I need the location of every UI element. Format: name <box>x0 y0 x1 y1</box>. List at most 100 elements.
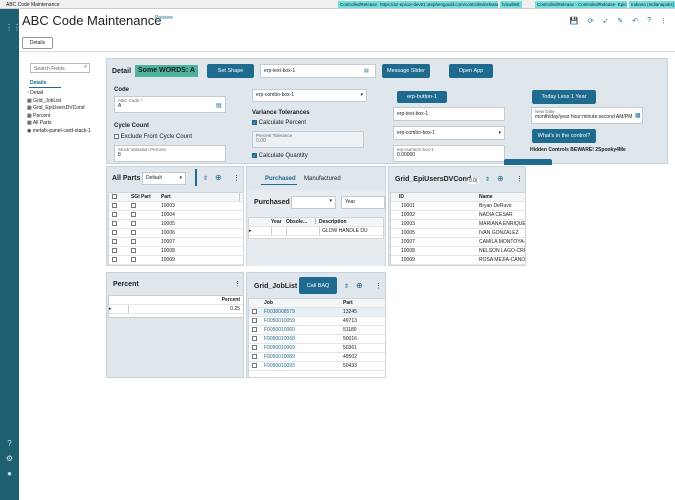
tab-purchased[interactable]: Purchased <box>265 176 296 182</box>
sgi-checkbox[interactable] <box>131 221 136 227</box>
table-row[interactable]: F0050010093 50433 <box>249 362 385 371</box>
table-row[interactable]: 10001 Bryan DeRuvo <box>391 202 525 211</box>
row-checkbox[interactable] <box>112 203 117 209</box>
calc-percent-checkbox[interactable]: ✓ Calculate Percent <box>252 120 306 126</box>
select-all-checkbox[interactable] <box>112 194 117 200</box>
calc-quantity-checkbox[interactable]: ✓ Calculate Quantity <box>252 153 308 159</box>
text-box-1b[interactable]: erp-text-box-1 <box>393 107 505 121</box>
more-icon[interactable]: ⋮ <box>660 17 667 25</box>
add-icon[interactable]: ⊕ <box>215 173 222 182</box>
row-checkbox[interactable] <box>252 345 257 351</box>
row-checkbox[interactable] <box>252 327 257 333</box>
table-row[interactable]: F0050010089 49502 <box>249 353 385 362</box>
sgi-checkbox[interactable] <box>131 257 136 263</box>
sgi-checkbox[interactable] <box>131 212 136 218</box>
row-checkbox[interactable] <box>112 248 117 254</box>
combo-box-1b[interactable]: erp-combo-box-1 ▾ <box>393 126 505 140</box>
row-checkbox[interactable] <box>112 221 117 227</box>
row-checkbox[interactable] <box>252 318 257 324</box>
whats-in-control-button[interactable]: What's in the control? <box>532 129 596 143</box>
row-checkbox[interactable] <box>112 212 117 218</box>
more-icon[interactable]: ⋮ <box>516 175 523 183</box>
new-date-field[interactable]: New Date month/day/year hour:minute:seco… <box>531 107 643 124</box>
column-header-sgi-part[interactable]: SGI Part <box>131 193 161 201</box>
save-icon[interactable]: 💾 <box>570 17 579 25</box>
window-tab-title[interactable]: ABC Code Maintenance <box>6 2 60 8</box>
row-checkbox[interactable] <box>252 336 257 342</box>
row-checkbox[interactable] <box>252 363 257 369</box>
column-header-year[interactable]: Year <box>271 218 286 226</box>
app-grid-icon[interactable]: ⋮⋮ <box>5 23 21 32</box>
help-circle-icon[interactable]: ? <box>647 17 651 25</box>
more-icon[interactable]: ⋮ <box>375 282 382 290</box>
row-checkbox[interactable] <box>112 230 117 236</box>
column-header-part[interactable]: Part <box>161 193 239 201</box>
more-icon[interactable]: ⋮ <box>234 280 241 288</box>
numeric-box-1[interactable]: erp-numeric-box-1 0.00000 <box>393 145 505 162</box>
tree-item-grid-epiusers[interactable]: ▦ Grid_EpiUsersDVCond <box>27 105 91 113</box>
column-header-part[interactable]: Part <box>343 299 353 307</box>
year-field[interactable]: Year <box>341 196 385 209</box>
refresh-icon[interactable]: ⟳ <box>588 17 594 25</box>
wand-icon[interactable]: ✎ <box>617 17 623 25</box>
add-icon[interactable]: ⊕ <box>497 174 504 183</box>
table-row[interactable]: 10006 <box>109 229 243 238</box>
sgi-checkbox[interactable] <box>131 248 136 254</box>
tab-manufactured[interactable]: Manufactured <box>304 176 341 182</box>
epi-value-field[interactable]: 0.0( <box>468 178 479 184</box>
column-header-percent[interactable]: Percent <box>109 296 243 305</box>
search-fields-input[interactable]: Search Fields <box>30 63 90 73</box>
column-header-name[interactable]: Name <box>479 193 493 201</box>
add-icon[interactable]: ⊕ <box>356 281 363 290</box>
sort-icon[interactable]: ⇕ <box>344 283 349 290</box>
tree-item-metafx[interactable]: ◉ metafx-panel-card-stack-1 <box>27 128 91 136</box>
stock-valuation-field[interactable]: Stock Valuation Percent 8 <box>114 145 226 162</box>
message-slider-button[interactable]: Message Slider <box>382 64 430 78</box>
open-app-button[interactable]: Open App <box>449 64 493 78</box>
table-row[interactable]: F0050010059 49713 <box>249 317 385 326</box>
sgi-checkbox[interactable] <box>131 203 136 209</box>
table-row[interactable]: 10003 MARIANA ENRIQUEZ <box>391 220 525 229</box>
row-checkbox[interactable] <box>112 239 117 245</box>
today-less-1-year-button[interactable]: Today Less 1 Year <box>532 90 596 104</box>
sgi-checkbox[interactable] <box>131 230 136 236</box>
table-row[interactable]: F0038008579 13245 <box>249 308 385 317</box>
table-row[interactable]: 10009 <box>109 256 243 265</box>
tree-item-percent[interactable]: ▦ Percent <box>27 113 91 121</box>
lookup-icon[interactable]: ▤ <box>216 102 222 109</box>
table-row[interactable]: F0050010060 51180 <box>249 326 385 335</box>
sgi-checkbox[interactable] <box>131 239 136 245</box>
more-icon[interactable]: ⋮ <box>233 174 240 182</box>
set-shape-button[interactable]: Set Shape <box>207 64 254 78</box>
table-row[interactable]: 10005 <box>109 220 243 229</box>
row-checkbox[interactable] <box>252 354 257 360</box>
calendar-icon[interactable]: ▤ <box>364 68 369 74</box>
table-row[interactable]: 10007 CAMILA MONTOYA-C <box>391 238 525 247</box>
column-header-job[interactable]: Job <box>264 299 343 307</box>
table-row[interactable]: 10004 <box>109 211 243 220</box>
erp-button-1[interactable]: erp-button-1 <box>397 91 447 103</box>
table-row[interactable]: 10005 IVAN GONZALEZ <box>391 229 525 238</box>
filter-dropdown[interactable]: Default ▾ <box>142 172 186 185</box>
details-button[interactable]: Details <box>22 37 53 49</box>
calendar-icon[interactable]: ▦ <box>635 112 641 119</box>
purchased-dropdown[interactable]: ▾ <box>291 196 336 209</box>
table-row[interactable]: 10007 <box>109 238 243 247</box>
table-row[interactable]: F0050010069 50361 <box>249 344 385 353</box>
hidden-button[interactable] <box>504 159 552 165</box>
combo-box-1[interactable]: erp-combo-box-1 ▾ <box>252 89 367 102</box>
call-baq-button[interactable]: Call BAQ <box>299 277 337 294</box>
exclude-cycle-checkbox[interactable]: Exclude From Cycle Count <box>114 134 192 140</box>
table-row[interactable]: F0050010068 50016 <box>249 335 385 344</box>
table-row[interactable]: ▸ 0.25 <box>109 305 243 314</box>
column-header-id[interactable]: ID <box>399 193 479 201</box>
help-icon[interactable]: ? <box>5 439 14 448</box>
table-row[interactable]: 10008 <box>109 247 243 256</box>
tree-item-grid-joblist[interactable]: ▦ Grid_JobList <box>27 98 91 106</box>
table-row[interactable]: 10009 ROSA MEJIA-CANOS <box>391 256 525 265</box>
tree-item-detail[interactable]: ▫ Detail <box>27 90 91 98</box>
table-row[interactable]: 10008 NELSON LAGO-CRU <box>391 247 525 256</box>
undo-icon[interactable]: ↶ <box>632 17 638 25</box>
scrollbar[interactable] <box>239 193 243 201</box>
row-checkbox[interactable] <box>112 257 117 263</box>
